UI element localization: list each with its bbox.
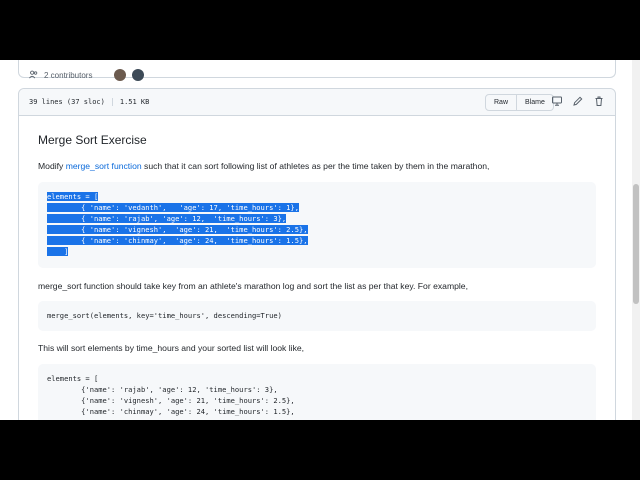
file-header: 39 lines (37 sloc) 1.51 KB Raw Blame	[19, 89, 615, 116]
scrollbar[interactable]	[632, 60, 640, 420]
avatar[interactable]	[114, 69, 127, 81]
code-block-usage[interactable]: merge_sort(elements, key='time_hours', d…	[38, 301, 596, 331]
code-line: { 'name': 'chinmay', 'age': 24, 'time_ho…	[47, 236, 308, 245]
line-count: 39 lines (37 sloc)	[29, 98, 105, 106]
file-actions: Raw Blame	[485, 94, 554, 111]
blame-button[interactable]: Blame	[517, 94, 554, 111]
description-paragraph: merge_sort function should take key from…	[38, 281, 468, 291]
code-line: { 'name': 'vignesh', 'age': 21, 'time_ho…	[47, 225, 308, 234]
page-title: Merge Sort Exercise	[38, 133, 147, 147]
code-line: { 'name': 'rajab', 'age': 12, 'time_hour…	[47, 214, 287, 223]
desktop-icon[interactable]	[552, 96, 562, 106]
intro-prefix: Modify	[38, 161, 66, 171]
contributors-count[interactable]: 2 contributors	[44, 71, 92, 80]
people-icon	[29, 70, 38, 81]
code-block-output[interactable]: elements = [ {'name': 'rajab', 'age': 12…	[38, 364, 596, 420]
code-line: { 'name': 'vedanth', 'age': 17, 'time_ho…	[47, 203, 299, 212]
file-viewer: 39 lines (37 sloc) 1.51 KB Raw Blame Merg…	[18, 88, 616, 420]
scrollbar-thumb[interactable]	[633, 184, 639, 304]
contributors-box: 2 contributors	[18, 60, 616, 81]
file-icons	[552, 96, 604, 106]
contributors-row[interactable]: 2 contributors	[29, 60, 145, 90]
file-size: 1.51 KB	[119, 98, 150, 106]
intro-paragraph: Modify merge_sort function such that it …	[38, 161, 489, 171]
code-block-input[interactable]: elements = [ { 'name': 'vedanth', 'age':…	[38, 182, 596, 268]
code-line: elements = [	[47, 374, 99, 383]
pencil-icon[interactable]	[573, 96, 583, 106]
code-line: {'name': 'chinmay', 'age': 24, 'time_hou…	[47, 407, 295, 416]
merge-sort-link[interactable]: merge_sort function	[66, 161, 142, 171]
code-line: elements = [	[47, 192, 99, 201]
trash-icon[interactable]	[594, 96, 604, 106]
result-paragraph: This will sort elements by time_hours an…	[38, 343, 305, 353]
raw-button[interactable]: Raw	[485, 94, 518, 111]
code-line: {'name': 'vignesh', 'age': 21, 'time_hou…	[47, 396, 295, 405]
letterbox-bottom	[0, 420, 640, 480]
intro-suffix: such that it can sort following list of …	[141, 161, 490, 171]
code-line: merge_sort(elements, key='time_hours', d…	[47, 311, 282, 320]
avatar[interactable]	[132, 69, 145, 81]
code-line: ]	[47, 247, 69, 256]
browser-viewport: 2 contributors 39 lines (37 sloc) 1.51 KB…	[0, 60, 640, 420]
code-line: {'name': 'rajab', 'age': 12, 'time_hours…	[47, 385, 278, 394]
file-info: 39 lines (37 sloc) 1.51 KB	[29, 98, 149, 106]
